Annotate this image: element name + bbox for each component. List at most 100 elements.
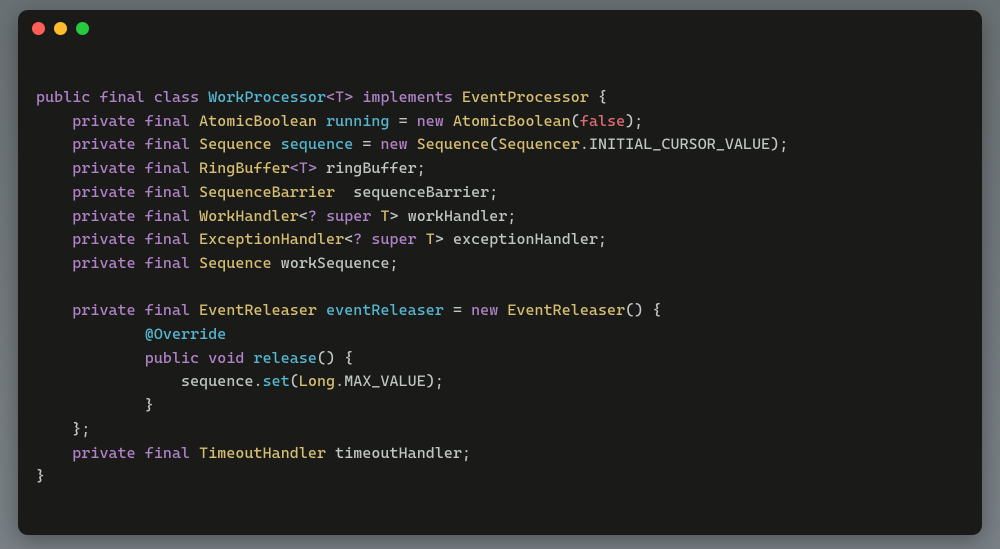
code-token: new [471, 301, 507, 319]
code-line: private final Sequence workSequence; [36, 252, 964, 276]
code-token: } [36, 396, 154, 414]
code-token: ? super [308, 207, 381, 225]
code-token [317, 159, 326, 177]
code-token [36, 254, 72, 272]
code-token: false [580, 112, 625, 130]
code-token: { [589, 88, 607, 106]
code-line: private final ExceptionHandler<? super T… [36, 228, 964, 252]
code-token: public [36, 88, 99, 106]
code-token: ( [571, 112, 580, 130]
code-token: private [72, 301, 145, 319]
code-token: } [36, 467, 45, 485]
code-line: private final Sequence sequence = new Se… [36, 133, 964, 157]
code-token: T [426, 230, 435, 248]
code-token: ; [417, 159, 426, 177]
code-token: final [145, 230, 199, 248]
window-zoom-button[interactable] [76, 22, 89, 35]
code-token: > [390, 207, 408, 225]
code-line: private final RingBuffer<T> ringBuffer; [36, 157, 964, 181]
code-token: private [72, 207, 145, 225]
code-line: public void release() { [36, 347, 964, 371]
code-token: running [326, 112, 389, 130]
window-close-button[interactable] [32, 22, 45, 35]
code-token: EventReleaser [507, 301, 625, 319]
code-line [36, 276, 964, 300]
code-token: timeoutHandler [335, 444, 462, 462]
code-token: set [263, 372, 290, 390]
code-token: private [72, 230, 145, 248]
code-editor-window: public final class WorkProcessor<T> impl… [18, 10, 982, 535]
code-token: implements [362, 88, 462, 106]
code-token: . [335, 372, 344, 390]
code-token: private [72, 444, 145, 462]
code-token: WorkHandler [199, 207, 299, 225]
code-token [36, 301, 72, 319]
code-token: private [72, 159, 145, 177]
code-token [36, 207, 72, 225]
code-token: RingBuffer [199, 159, 290, 177]
code-token: > [435, 230, 453, 248]
code-token: ringBuffer [326, 159, 417, 177]
code-token: T [380, 207, 389, 225]
code-token: workSequence [281, 254, 390, 272]
window-minimize-button[interactable] [54, 22, 67, 35]
code-token: MAX_VALUE [344, 372, 426, 390]
code-line: public final class WorkProcessor<T> impl… [36, 86, 964, 110]
code-token: sequence [181, 372, 254, 390]
code-token: EventReleaser [199, 301, 326, 319]
code-token: . [254, 372, 263, 390]
code-token: ); [770, 135, 788, 153]
code-token: ( [290, 372, 299, 390]
code-token [36, 230, 72, 248]
code-token: private [72, 135, 145, 153]
code-token: TimeoutHandler [199, 444, 335, 462]
code-token: final [145, 183, 199, 201]
code-token [36, 159, 72, 177]
code-token: ? super [353, 230, 426, 248]
code-line: sequence.set(Long.MAX_VALUE); [36, 370, 964, 394]
code-token: ); [426, 372, 444, 390]
code-token: final [145, 135, 199, 153]
code-token: final [145, 444, 199, 462]
code-token: ; [507, 207, 516, 225]
code-token [36, 444, 72, 462]
code-content: public final class WorkProcessor<T> impl… [18, 46, 982, 489]
code-token [36, 325, 145, 343]
code-token: final [145, 301, 199, 319]
code-token: final [145, 159, 199, 177]
code-token: Sequence [199, 135, 281, 153]
code-token: SequenceBarrier [199, 183, 353, 201]
code-token: ExceptionHandler [199, 230, 344, 248]
code-token [36, 372, 181, 390]
code-token: AtomicBoolean [199, 112, 326, 130]
code-line: @Override [36, 323, 964, 347]
code-token [36, 135, 72, 153]
code-token: release [254, 349, 317, 367]
code-token: ; [462, 444, 471, 462]
code-line: private final EventReleaser eventRelease… [36, 299, 964, 323]
code-token [36, 112, 72, 130]
code-token: < [299, 207, 308, 225]
code-token: final [99, 88, 153, 106]
code-token: private [72, 254, 145, 272]
code-token: ); [625, 112, 643, 130]
code-token: class [154, 88, 208, 106]
code-token: sequence [281, 135, 354, 153]
code-token: < [344, 230, 353, 248]
code-token: = [444, 301, 471, 319]
code-token: new [380, 135, 416, 153]
code-line: private final SequenceBarrier sequenceBa… [36, 181, 964, 205]
code-token: () { [317, 349, 353, 367]
code-token: final [145, 207, 199, 225]
code-token: exceptionHandler [453, 230, 598, 248]
code-token: final [145, 112, 199, 130]
code-line: private final WorkHandler<? super T> wor… [36, 205, 964, 229]
code-line: private final TimeoutHandler timeoutHand… [36, 442, 964, 466]
code-token: @Override [145, 325, 227, 343]
code-token: void [208, 349, 253, 367]
code-token: private [72, 112, 145, 130]
code-token: . [580, 135, 589, 153]
code-token: eventReleaser [326, 301, 444, 319]
code-token: = [353, 135, 380, 153]
code-token [36, 349, 145, 367]
